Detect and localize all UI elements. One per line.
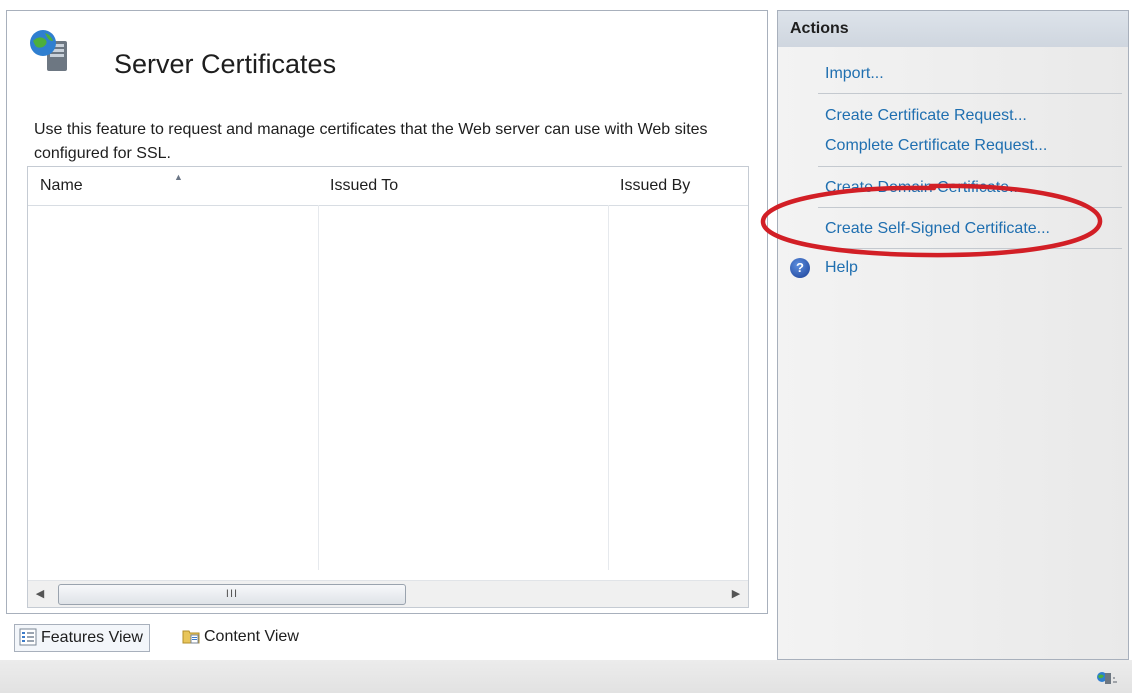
help-link[interactable]: Help bbox=[825, 259, 858, 277]
action-separator bbox=[818, 207, 1122, 208]
status-bar bbox=[0, 660, 1132, 693]
content-view-icon bbox=[182, 630, 200, 644]
status-server-icon bbox=[1097, 672, 1117, 684]
horizontal-scrollbar[interactable]: ◀ III ▶ bbox=[28, 580, 748, 607]
tab-features-view[interactable]: Features View bbox=[14, 624, 150, 652]
tab-content-view-label: Content View bbox=[204, 628, 299, 645]
column-header-name[interactable]: Name bbox=[28, 167, 318, 205]
scroll-right-arrow-icon[interactable]: ▶ bbox=[726, 583, 746, 605]
action-separator bbox=[818, 248, 1122, 249]
main-pane: Server Certificates Use this feature to … bbox=[6, 10, 768, 614]
column-header-issued-by[interactable]: Issued By bbox=[608, 167, 748, 205]
server-globe-icon bbox=[30, 30, 67, 71]
tab-features-view-label: Features View bbox=[41, 629, 143, 646]
column-header-issued-to[interactable]: Issued To bbox=[318, 167, 608, 205]
features-view-icon bbox=[19, 628, 37, 646]
create-domain-certificate-link[interactable]: Create Domain Certificate... bbox=[825, 179, 1022, 197]
sort-ascending-icon: ▲ bbox=[174, 172, 183, 182]
create-certificate-request-link[interactable]: Create Certificate Request... bbox=[825, 107, 1027, 125]
actions-header: Actions bbox=[778, 11, 1128, 47]
action-separator bbox=[818, 93, 1122, 94]
tab-content-view[interactable]: Content View bbox=[178, 624, 303, 650]
grid-header: Name ▲ Issued To Issued By bbox=[28, 167, 748, 206]
certificates-grid[interactable]: Name ▲ Issued To Issued By ◀ III ▶ bbox=[27, 166, 749, 608]
actions-pane: Actions Import... Create Certificate Req… bbox=[777, 10, 1129, 660]
column-divider bbox=[318, 205, 319, 570]
action-separator bbox=[818, 166, 1122, 167]
scroll-thumb[interactable]: III bbox=[58, 584, 406, 605]
help-icon[interactable]: ? bbox=[790, 258, 810, 278]
import-link[interactable]: Import... bbox=[825, 65, 884, 83]
column-divider bbox=[608, 205, 609, 570]
page-description: Use this feature to request and manage c… bbox=[34, 121, 708, 162]
complete-certificate-request-link[interactable]: Complete Certificate Request... bbox=[825, 137, 1047, 155]
scroll-left-arrow-icon[interactable]: ◀ bbox=[30, 583, 50, 605]
page-title: Server Certificates bbox=[114, 49, 337, 79]
create-self-signed-certificate-link[interactable]: Create Self-Signed Certificate... bbox=[825, 220, 1050, 238]
